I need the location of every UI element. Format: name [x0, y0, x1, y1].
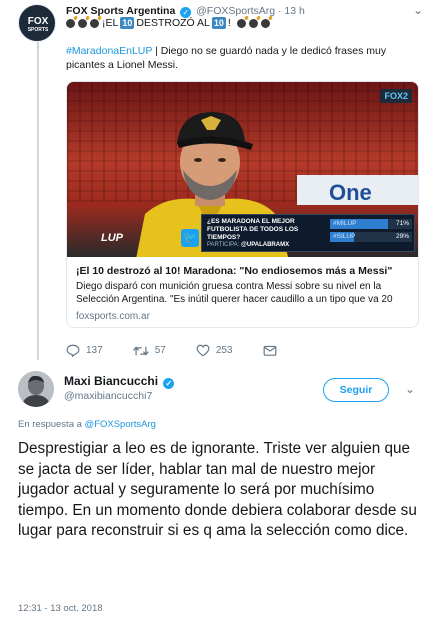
- fox-tv-bug-text: FOX: [384, 91, 403, 101]
- reply-tweet-text: Desprestigiar a leo es de ignorante. Tri…: [18, 440, 417, 539]
- bomb-emoji-icon: [248, 18, 258, 28]
- like-action[interactable]: 253: [196, 344, 233, 357]
- in-reply-prefix: En respuesta a: [18, 419, 85, 430]
- bomb-emoji-icon: [90, 18, 99, 28]
- poll-option-percent: 29%: [395, 233, 409, 240]
- bomb-emoji-icon: [78, 18, 87, 28]
- parent-author-name[interactable]: FOX Sports Argentina: [66, 5, 175, 17]
- poll-option-label: #SILUP: [333, 233, 356, 240]
- fox-tv-bug: FOX2: [380, 89, 412, 103]
- card-title[interactable]: ¡El 10 destrozó al 10! Maradona: "No end…: [76, 265, 414, 277]
- reply-author-handle[interactable]: @maxibiancucchi7: [64, 390, 152, 402]
- reply-action[interactable]: 137: [66, 344, 103, 357]
- card-image: One FOX2 LUP 🐦 ¿ES MARADONA EL MEJOR FUT…: [67, 82, 418, 257]
- poll-option: #SILUP 29%: [330, 232, 412, 242]
- parent-time-ago[interactable]: · 13 h: [278, 5, 305, 17]
- tweet-actions: 137 57 253: [66, 344, 307, 357]
- headline-part: DESTROZÓ AL: [136, 17, 210, 29]
- keycap-ten-emoji: 10: [211, 17, 226, 29]
- parent-tweet-text: #MaradonaEnLUP | Diego no se guardó nada…: [66, 44, 426, 72]
- reply-author-name[interactable]: Maxi Biancucchi ✓: [64, 374, 176, 389]
- poll-footer-label: PARTICIPA:: [207, 242, 240, 248]
- thread-connector-line: [37, 42, 39, 360]
- lup-logo: LUP: [101, 232, 123, 244]
- card-description: Diego disparó con munición gruesa contra…: [76, 281, 393, 305]
- heart-icon: [196, 344, 210, 357]
- keycap-ten-emoji: 10: [120, 17, 135, 29]
- tv-poll-graphic: ¿ES MARADONA EL MEJOR FUTBOLISTA DE TODO…: [201, 214, 415, 252]
- card-domain: foxsports.com.ar: [76, 311, 150, 322]
- fox-tv-bug-number: 2: [402, 91, 408, 101]
- reply-tweet: Maxi Biancucchi ✓ @maxibiancucchi7 Segui…: [0, 362, 441, 621]
- poll-option: #MILUP 71%: [330, 219, 412, 229]
- parent-headline: ¡EL 10 DESTROZÓ AL 10 !: [66, 17, 271, 29]
- bomb-emoji-icon: [66, 18, 75, 28]
- svg-text:FOX: FOX: [28, 16, 49, 27]
- verified-badge-icon: ✓: [163, 378, 175, 389]
- maxi-avatar[interactable]: [18, 371, 54, 407]
- parent-more-chevron-icon[interactable]: ⌄: [413, 3, 423, 17]
- like-count: 253: [215, 345, 233, 356]
- in-reply-handle-link[interactable]: @FOXSportsArg: [85, 419, 156, 430]
- parent-author-handle[interactable]: @FOXSportsArg: [196, 5, 275, 17]
- envelope-icon: [263, 345, 276, 356]
- headline-part: ¡EL: [102, 17, 119, 29]
- poll-option-label: #MILUP: [333, 220, 357, 227]
- headline-part: !: [227, 17, 231, 29]
- bomb-emoji-icon: [236, 18, 246, 28]
- poll-footer-handle: @UPALABRAMX: [241, 242, 290, 248]
- link-card[interactable]: One FOX2 LUP 🐦 ¿ES MARADONA EL MEJOR FUT…: [66, 81, 419, 328]
- quoted-tweet: FOX SPORTS FOX Sports Argentina ✓ @FOXSp…: [0, 0, 441, 362]
- ad-board-text: One: [329, 180, 372, 205]
- hashtag-link[interactable]: #MaradonaEnLUP: [66, 45, 152, 57]
- fox-sports-logo-icon: FOX SPORTS: [28, 16, 49, 32]
- reply-more-chevron-icon[interactable]: ⌄: [405, 382, 415, 396]
- poll-option-percent: 71%: [395, 220, 409, 227]
- reply-author-name-text: Maxi Biancucchi: [64, 374, 159, 388]
- reply-icon: [66, 344, 80, 357]
- twitter-bird-icon: 🐦: [181, 229, 199, 247]
- in-reply-to: En respuesta a @FOXSportsArg: [18, 419, 156, 430]
- retweet-icon: [132, 345, 149, 356]
- reply-count: 137: [86, 345, 103, 356]
- fox-sports-avatar[interactable]: FOX SPORTS: [18, 4, 56, 42]
- follow-button[interactable]: Seguir: [323, 378, 389, 402]
- reply-timestamp[interactable]: 12:31 - 13 oct. 2018: [18, 603, 103, 614]
- poll-question: ¿ES MARADONA EL MEJOR FUTBOLISTA DE TODO…: [207, 218, 299, 241]
- svg-text:SPORTS: SPORTS: [28, 27, 49, 32]
- poll-footer: PARTICIPA: @UPALABRAMX: [207, 242, 289, 248]
- retweet-action[interactable]: 57: [132, 345, 166, 357]
- bomb-emoji-icon: [260, 18, 270, 28]
- direct-message-action[interactable]: [263, 344, 277, 357]
- retweet-count: 57: [154, 345, 166, 356]
- avatar-photo: [18, 371, 54, 407]
